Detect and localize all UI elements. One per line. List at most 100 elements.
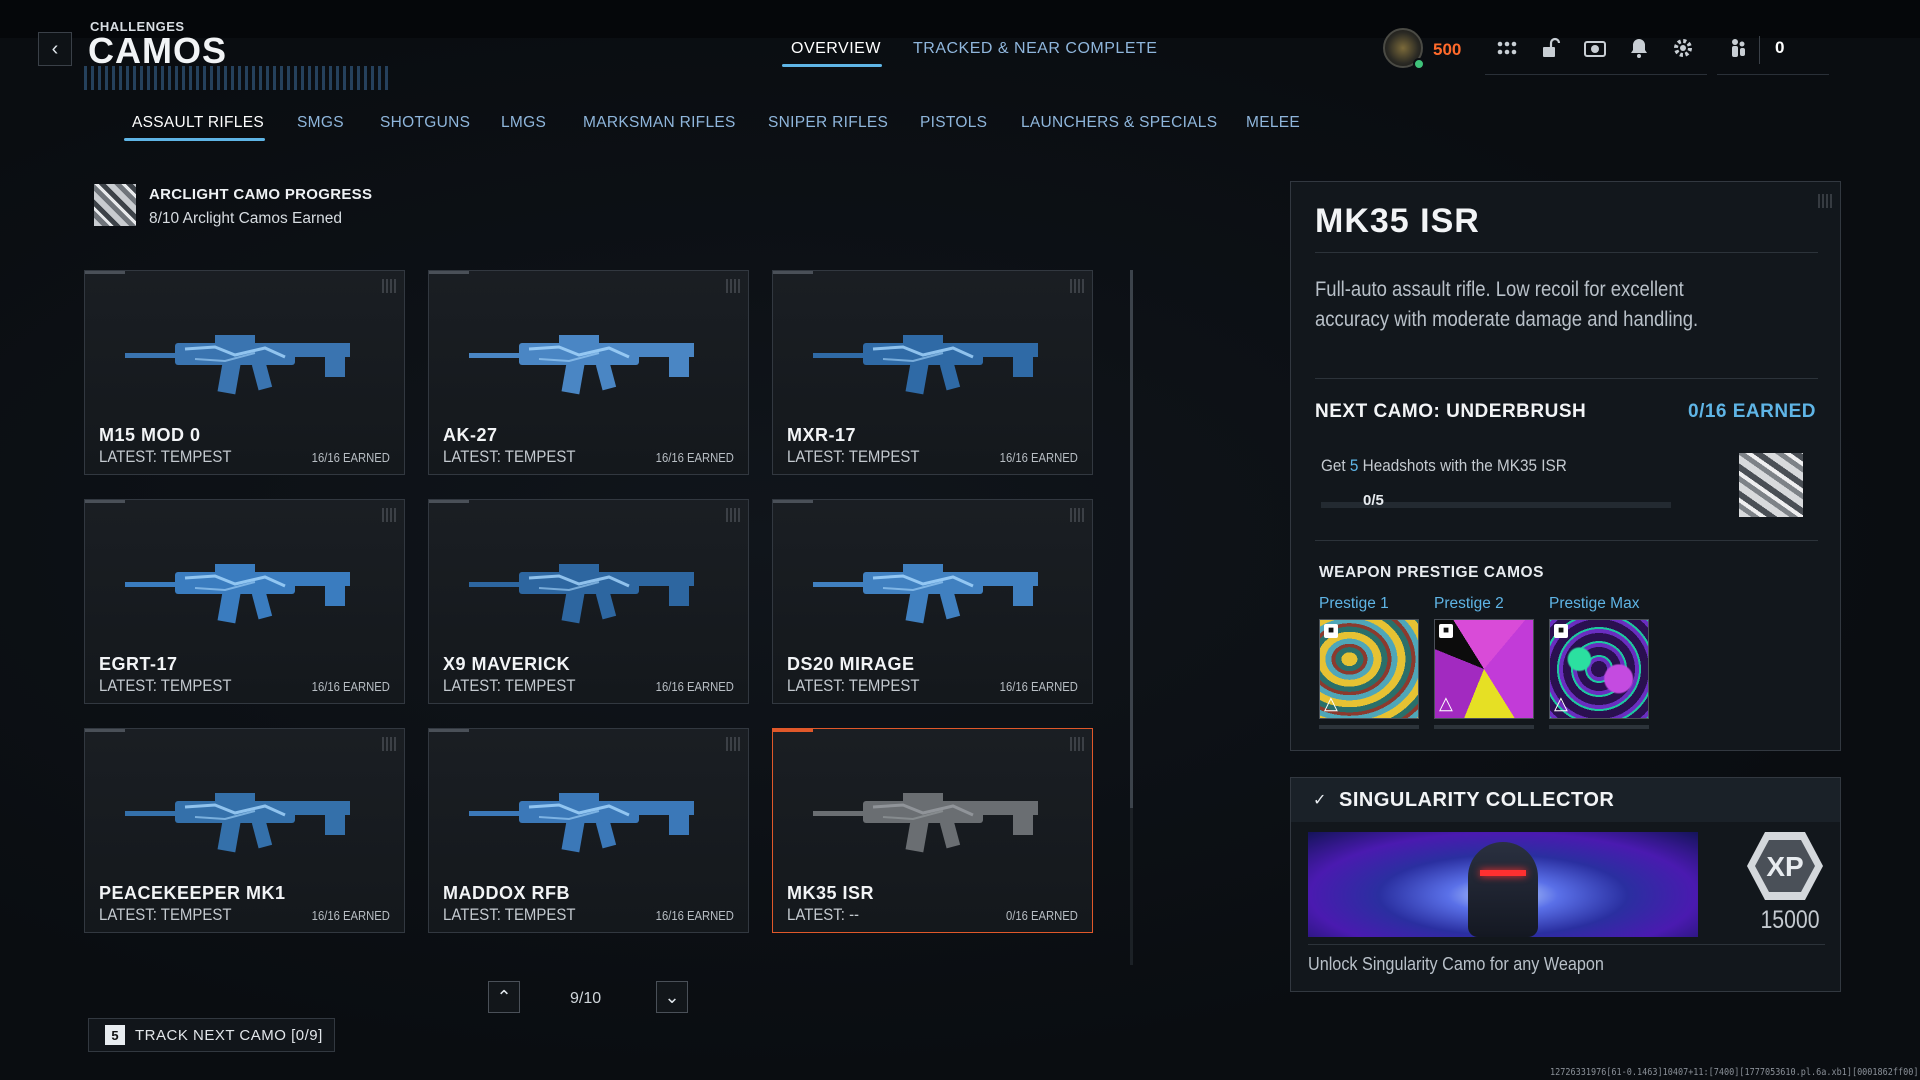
weapon-latest-camo: LATEST: TEMPEST: [443, 676, 576, 695]
assault-rifle-icon: [469, 335, 694, 395]
weapon-latest-camo: LATEST: TEMPEST: [99, 905, 232, 924]
track-next-camo-button[interactable]: 5 TRACK NEXT CAMO [0/9]: [88, 1018, 335, 1052]
page-indicator: 9/10: [570, 990, 602, 1007]
weapon-description: Full-auto assault rifle. Low recoil for …: [1315, 278, 1699, 331]
card-accent-line: [773, 271, 813, 274]
party-count: 0: [1775, 38, 1785, 57]
reward-description: Unlock Singularity Camo for any Weapon: [1308, 954, 1604, 974]
tab-tracked-near-complete[interactable]: TRACKED & NEAR COMPLETE: [913, 40, 1157, 58]
card-grip-icon: [726, 279, 740, 293]
xp-reward-value: 15000: [1760, 906, 1820, 934]
weapon-camos-earned: 16/16 EARNED: [655, 909, 734, 923]
prestige-camos-title: WEAPON PRESTIGE CAMOS: [1319, 564, 1544, 581]
weapon-card[interactable]: AK-27 LATEST: TEMPEST 16/16 EARNED: [428, 270, 749, 475]
prestige-1-image: ■ △: [1319, 619, 1419, 719]
assault-rifle-icon: [813, 335, 1038, 395]
cod-points-value: 500: [1433, 40, 1462, 59]
weapon-name: MXR-17: [787, 425, 857, 445]
prestige-2-progress: [1434, 725, 1534, 729]
card-accent-line: [773, 729, 813, 732]
challenge-target-count: 5: [1349, 456, 1359, 475]
card-grip-icon: [382, 737, 396, 751]
weapon-camos-earned: 0/16 EARNED: [1006, 909, 1078, 923]
weapon-camos-earned: 16/16 EARNED: [311, 909, 390, 923]
weapon-card[interactable]: X9 MAVERICK LATEST: TEMPEST 16/16 EARNED: [428, 499, 749, 704]
tab-melee[interactable]: MELEE: [1246, 114, 1300, 132]
checkmark-icon: ✓: [1313, 792, 1327, 809]
card-grip-icon: [1070, 508, 1084, 522]
track-next-camo-label: TRACK NEXT CAMO [0/9]: [135, 1026, 323, 1044]
tab-assault-rifles[interactable]: ASSAULT RIFLES: [132, 114, 264, 132]
prestige-icon: △: [1324, 693, 1338, 713]
arclight-camo-icon: [94, 184, 136, 226]
back-button[interactable]: ‹: [38, 32, 72, 66]
hud-divider: [1485, 74, 1707, 75]
tab-active-underline: [782, 64, 882, 67]
panel-grip-icon: [1818, 194, 1832, 208]
tab-overview[interactable]: OVERVIEW: [791, 40, 881, 58]
tab-lmgs[interactable]: LMGS: [501, 114, 546, 132]
operator-visor: [1480, 870, 1526, 876]
camera-icon[interactable]: [1582, 36, 1608, 62]
arclight-progress-count: 8/10 Arclight Camos Earned: [149, 210, 342, 227]
reward-title: SINGULARITY COLLECTOR: [1339, 789, 1615, 811]
prestige-2-camo[interactable]: Prestige 2 ■ △: [1434, 595, 1536, 729]
assault-rifle-icon: [125, 793, 350, 853]
bell-icon[interactable]: [1626, 36, 1652, 62]
card-accent-line: [429, 729, 469, 732]
page-up-button[interactable]: ⌃: [488, 981, 520, 1013]
camo-challenge-text: Get 5 Headshots with the MK35 ISR: [1321, 456, 1567, 476]
apps-grid-icon[interactable]: [1494, 36, 1520, 62]
card-accent-line: [773, 500, 813, 503]
weapon-camos-earned: 16/16 EARNED: [655, 680, 734, 694]
divider: [1315, 378, 1818, 379]
challenge-text-pre: Get: [1321, 456, 1350, 475]
unlock-icon[interactable]: [1538, 36, 1564, 62]
weapon-name: MADDOX RFB: [443, 883, 570, 903]
card-accent-line: [429, 271, 469, 274]
tab-launchers-specials[interactable]: LAUNCHERS & SPECIALS: [1021, 114, 1217, 132]
weapon-name: DS20 MIRAGE: [787, 654, 915, 674]
assault-rifle-icon: [125, 335, 350, 395]
assault-rifle-icon: [813, 564, 1038, 624]
card-grip-icon: [1070, 279, 1084, 293]
weapon-name: MK35 ISR: [787, 883, 875, 903]
gear-icon[interactable]: [1670, 36, 1696, 62]
keybind-badge: 5: [105, 1025, 125, 1045]
weapon-card[interactable]: DS20 MIRAGE LATEST: TEMPEST 16/16 EARNED: [772, 499, 1093, 704]
divider: [1315, 252, 1818, 253]
card-accent-line: [85, 729, 125, 732]
chevron-up-icon: ⌃: [496, 986, 512, 1007]
weapon-card[interactable]: MXR-17 LATEST: TEMPEST 16/16 EARNED: [772, 270, 1093, 475]
weapon-detail-panel: MK35 ISR Full-auto assault rifle. Low re…: [1290, 181, 1841, 751]
tab-pistols[interactable]: PISTOLS: [920, 114, 987, 132]
tab-marksman-rifles[interactable]: MARKSMAN RIFLES: [583, 114, 736, 132]
tab-shotguns[interactable]: SHOTGUNS: [380, 114, 470, 132]
hud-separator: [1759, 36, 1760, 64]
prestige-max-camo[interactable]: Prestige Max ■ △: [1549, 595, 1651, 729]
weapon-card[interactable]: MK35 ISR LATEST: -- 0/16 EARNED: [772, 728, 1093, 933]
weapon-camos-earned: 16/16 EARNED: [999, 451, 1078, 465]
singularity-collector-reward[interactable]: ✓ SINGULARITY COLLECTOR XP 15000 Unlock …: [1290, 777, 1841, 992]
assault-rifle-icon: [813, 793, 1038, 853]
weapon-name: PEACEKEEPER MK1: [99, 883, 286, 903]
chevron-down-icon: ⌄: [664, 986, 680, 1007]
weapon-card[interactable]: EGRT-17 LATEST: TEMPEST 16/16 EARNED: [84, 499, 405, 704]
prestige-1-camo[interactable]: Prestige 1 ■ △: [1319, 595, 1421, 729]
weapon-latest-camo: LATEST: TEMPEST: [99, 447, 232, 466]
weapon-latest-camo: LATEST: TEMPEST: [99, 676, 232, 695]
card-grip-icon: [726, 508, 740, 522]
weapon-card[interactable]: PEACEKEEPER MK1 LATEST: TEMPEST 16/16 EARN…: [84, 728, 405, 933]
challenge-text-post: Headshots with the MK35 ISR: [1358, 456, 1567, 475]
top-bar: [0, 0, 1920, 38]
xp-badge-label: XP: [1766, 851, 1803, 882]
scrollbar-thumb[interactable]: [1130, 270, 1133, 808]
next-camo-title: NEXT CAMO: UNDERBRUSH: [1315, 401, 1587, 422]
page-down-button[interactable]: ⌄: [656, 981, 688, 1013]
weapon-card[interactable]: M15 MOD 0 LATEST: TEMPEST 16/16 EARNED: [84, 270, 405, 475]
party-icon[interactable]: [1725, 36, 1751, 62]
tab-smgs[interactable]: SMGS: [297, 114, 344, 132]
build-debug-string: 12726331976[61-0.1463]10407+11:[7400][17…: [1549, 1067, 1918, 1078]
tab-sniper-rifles[interactable]: SNIPER RIFLES: [768, 114, 888, 132]
weapon-card[interactable]: MADDOX RFB LATEST: TEMPEST 16/16 EARNED: [428, 728, 749, 933]
